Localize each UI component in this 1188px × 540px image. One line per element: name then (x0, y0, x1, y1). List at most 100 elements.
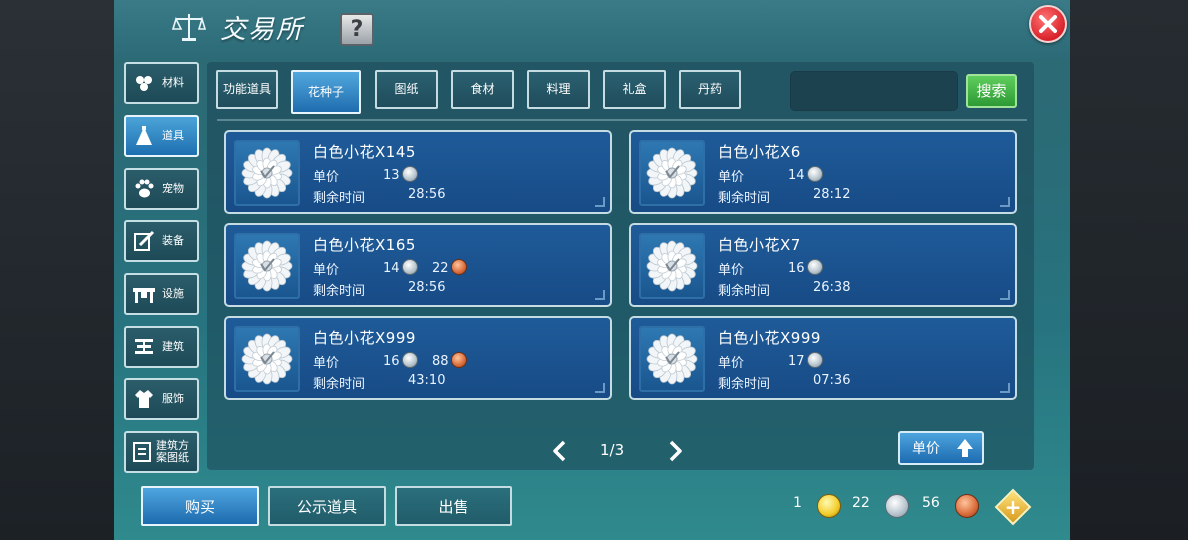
time-label: 剩余时间 (718, 191, 771, 206)
divider (217, 119, 1027, 121)
sidebar-item-clothing[interactable]: 服饰 (124, 378, 199, 420)
close-icon (1039, 15, 1057, 33)
sidebar-item-blueprint[interactable]: 建筑方案图纸 (124, 431, 199, 473)
silver-value: 13 (383, 168, 400, 183)
tab-function-props[interactable]: 功能道具 (216, 70, 278, 109)
props-icon (130, 122, 158, 150)
silver-value: 14 (788, 168, 805, 183)
help-button[interactable]: ? (340, 13, 374, 46)
silver-coin-icon (806, 352, 823, 368)
silver-price: 14 (383, 259, 418, 276)
gold-amount: 1 (793, 495, 802, 511)
remaining-time: 28:56 (408, 280, 446, 295)
sidebar-item-pets[interactable]: 宠物 (124, 168, 199, 210)
tab-cuisine[interactable]: 料理 (527, 70, 590, 109)
sort-label: 单价 (912, 441, 940, 457)
page-title: 交易所 (220, 15, 305, 45)
materials-icon (130, 69, 158, 97)
silver-price: 13 (383, 166, 418, 183)
time-label: 剩余时间 (313, 191, 366, 206)
sort-by-price-button[interactable]: 单价 (898, 431, 984, 465)
copper-amount: 56 (922, 495, 940, 511)
silver-price: 14 (788, 166, 823, 183)
sidebar-item-label: 设施 (162, 287, 184, 300)
sidebar-item-building[interactable]: 建筑 (124, 326, 199, 368)
white-flower-icon (234, 233, 300, 299)
copper-coin-icon (450, 259, 467, 275)
price-label: 单价 (718, 170, 745, 185)
prev-page-button[interactable] (551, 440, 569, 462)
tab-elixir[interactable]: 丹药 (679, 70, 741, 109)
silver-price: 16 (788, 259, 823, 276)
sidebar-item-label: 建筑方案图纸 (156, 439, 189, 464)
silver-coin-icon (885, 494, 909, 518)
tab-ingredients[interactable]: 食材 (451, 70, 514, 109)
sidebar-item-materials[interactable]: 材料 (124, 62, 199, 104)
chevron-right-icon (669, 440, 682, 462)
public-items-button[interactable]: 公示道具 (268, 486, 386, 526)
price-label: 单价 (718, 263, 745, 278)
silver-coin-icon (806, 166, 823, 182)
search-input[interactable] (790, 71, 958, 111)
item-name: 白色小花X7 (718, 236, 801, 254)
white-flower-icon (234, 326, 300, 392)
price-label: 单价 (718, 356, 745, 371)
item-name: 白色小花X145 (313, 143, 416, 161)
sidebar-item-label: 建筑 (162, 340, 184, 353)
search-button[interactable]: 搜索 (966, 74, 1017, 108)
silver-price: 16 (383, 352, 418, 369)
item-name: 白色小花X999 (313, 329, 416, 347)
listing-card[interactable]: 白色小花X145 单价 13 剩余时间 28:56 (224, 130, 612, 214)
sidebar-item-facility[interactable]: 设施 (124, 273, 199, 315)
white-flower-icon (639, 233, 705, 299)
tab-blueprints[interactable]: 图纸 (375, 70, 438, 109)
price-label: 单价 (313, 170, 340, 185)
listing-card[interactable]: 白色小花X999 单价 17 剩余时间 07:36 (629, 316, 1017, 400)
silver-value: 17 (788, 354, 805, 369)
buy-button[interactable]: 购买 (141, 486, 259, 526)
item-name: 白色小花X165 (313, 236, 416, 254)
copper-value: 88 (432, 354, 449, 369)
listing-card[interactable]: 白色小花X6 单价 14 剩余时间 28:12 (629, 130, 1017, 214)
sidebar-item-label: 材料 (162, 76, 184, 89)
silver-coin-icon (401, 166, 418, 182)
time-label: 剩余时间 (718, 377, 771, 392)
clothing-icon (130, 385, 158, 413)
paw-icon (130, 175, 158, 203)
close-button[interactable] (1029, 5, 1067, 43)
remaining-time: 43:10 (408, 373, 446, 388)
white-flower-icon (639, 326, 705, 392)
sidebar-item-label: 服饰 (162, 392, 184, 405)
item-name: 白色小花X999 (718, 329, 821, 347)
copper-price: 22 (432, 259, 467, 276)
gold-coin-icon (817, 494, 841, 518)
tab-gift-box[interactable]: 礼盒 (603, 70, 666, 109)
sidebar-item-label: 道具 (162, 129, 184, 142)
silver-coin-icon (401, 352, 418, 368)
time-label: 剩余时间 (313, 284, 366, 299)
background-left (0, 0, 114, 540)
white-flower-icon (639, 140, 705, 206)
sidebar-item-props[interactable]: 道具 (124, 115, 199, 157)
listing-card[interactable]: 白色小花X999 单价 16 88 剩余时间 43:10 (224, 316, 612, 400)
plus-icon: + (1004, 495, 1022, 519)
sidebar-item-equipment[interactable]: 装备 (124, 220, 199, 262)
copper-coin-icon (955, 494, 979, 518)
silver-amount: 22 (852, 495, 870, 511)
sidebar-item-label: 宠物 (162, 182, 184, 195)
background-right (1070, 0, 1188, 540)
silver-coin-icon (806, 259, 823, 275)
silver-value: 16 (788, 261, 805, 276)
next-page-button[interactable] (666, 440, 684, 462)
listing-card[interactable]: 白色小花X165 单价 14 22 剩余时间 28:56 (224, 223, 612, 307)
listing-card[interactable]: 白色小花X7 单价 16 剩余时间 26:38 (629, 223, 1017, 307)
remaining-time: 07:36 (813, 373, 851, 388)
tab-flower-seeds[interactable]: 花种子 (291, 70, 361, 114)
sell-button[interactable]: 出售 (395, 486, 512, 526)
remaining-time: 28:12 (813, 187, 851, 202)
remaining-time: 26:38 (813, 280, 851, 295)
chevron-left-icon (553, 440, 566, 462)
sort-arrow-icon (957, 439, 973, 457)
white-flower-icon (234, 140, 300, 206)
facility-icon (130, 280, 158, 308)
